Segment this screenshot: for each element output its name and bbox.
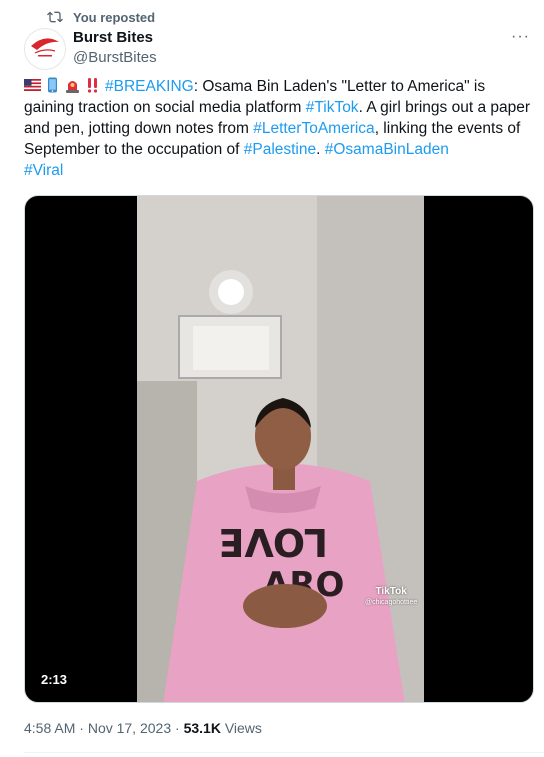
tweet-text-part: .: [316, 141, 325, 158]
avatar[interactable]: [24, 28, 66, 70]
tweet-time[interactable]: 4:58 AM: [24, 720, 75, 736]
hashtag-viral[interactable]: #Viral: [24, 162, 63, 179]
account-handle[interactable]: @BurstBites: [73, 49, 157, 67]
video-player[interactable]: LOVE ARO TikTok @chicagohottiee 2:13: [24, 195, 534, 703]
views-count[interactable]: 53.1K: [184, 720, 221, 736]
account-name[interactable]: Burst Bites: [73, 29, 157, 47]
video-frame[interactable]: LOVE ARO TikTok @chicagohottiee: [137, 196, 424, 702]
repost-indicator: You reposted: [47, 9, 155, 25]
views-label: Views: [220, 720, 262, 736]
repost-label: You reposted: [73, 9, 156, 25]
us-flag-emoji: [24, 79, 41, 91]
hashtag-breaking[interactable]: #BREAKING: [105, 78, 194, 95]
divider: [24, 752, 544, 753]
hashtag-lettertoamerica[interactable]: #LetterToAmerica: [253, 120, 374, 137]
burst-bites-logo: [26, 30, 64, 68]
video-still: LOVE ARO: [137, 196, 424, 702]
mobile-phone-emoji: [48, 77, 57, 93]
siren-emoji: [66, 81, 79, 93]
hashtag-palestine[interactable]: #Palestine: [244, 141, 316, 158]
tiktok-logo-label: TikTok: [375, 586, 407, 597]
tiktok-username: @chicagohottiee: [365, 599, 418, 606]
svg-text:LOVE: LOVE: [218, 520, 328, 564]
tweet-text: #BREAKING: Osama Bin Laden's "Letter to …: [24, 76, 534, 181]
tiktok-watermark: TikTok @chicagohottiee: [365, 586, 417, 606]
tweet-meta: 4:58 AM · Nov 17, 2023 · 53.1K Views: [24, 720, 262, 736]
video-duration-badge: 2:13: [35, 669, 74, 690]
meta-separator: ·: [171, 720, 184, 736]
more-icon[interactable]: ···: [511, 28, 530, 46]
tweet-date[interactable]: Nov 17, 2023: [88, 720, 171, 736]
double-exclamation-emoji: [87, 78, 98, 93]
hashtag-tiktok[interactable]: #TikTok: [306, 99, 359, 116]
meta-separator: ·: [75, 720, 88, 736]
repost-icon: [47, 11, 63, 23]
emoji-group: [24, 77, 101, 93]
hashtag-osamabinladen[interactable]: #OsamaBinLaden: [325, 141, 449, 158]
